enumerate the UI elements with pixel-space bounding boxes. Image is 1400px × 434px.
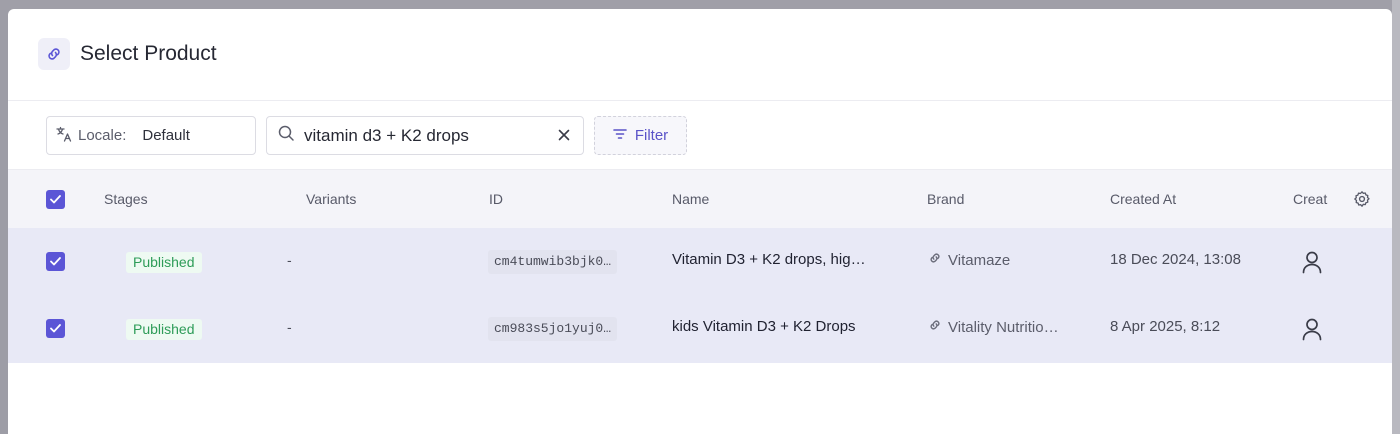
user-icon[interactable] (1298, 248, 1326, 276)
modal-title: Select Product (80, 42, 217, 65)
column-header-variants[interactable]: Variants (306, 191, 356, 207)
close-icon[interactable] (555, 126, 573, 144)
backdrop-right-edge (1392, 0, 1400, 434)
translate-icon (55, 125, 73, 147)
select-all-checkbox[interactable] (46, 190, 65, 209)
id-cell: cm983s5jo1yuj0… (488, 317, 618, 341)
column-header-id[interactable]: ID (489, 191, 503, 207)
modal-header: Select Product (8, 9, 1392, 101)
link-icon (928, 318, 942, 336)
column-header-created-at[interactable]: Created At (1110, 191, 1176, 207)
status-badge: Published (126, 252, 202, 273)
filter-button[interactable]: Filter (594, 116, 687, 155)
created-at-cell: 8 Apr 2025, 8:12 (1110, 318, 1221, 335)
locale-selector[interactable]: Locale: Default (46, 116, 256, 155)
column-header-name[interactable]: Name (672, 191, 709, 207)
row-checkbox[interactable] (46, 319, 65, 338)
table-header: Stages Variants ID Name Brand Created At… (8, 169, 1392, 228)
toolbar: Locale: Default Fil (8, 101, 1392, 169)
user-icon[interactable] (1298, 315, 1326, 343)
brand-name: Vitality Nutritio… (948, 318, 1059, 336)
gear-icon[interactable] (1353, 190, 1371, 213)
variants-cell: - (287, 319, 292, 335)
created-at-cell: 18 Dec 2024, 13:08 (1110, 251, 1241, 268)
column-header-created-by[interactable]: Creat (1293, 191, 1333, 207)
search-input[interactable] (304, 125, 554, 146)
name-cell: kids Vitamin D3 + K2 Drops (672, 318, 856, 335)
link-icon (38, 38, 70, 70)
locale-value: Default (142, 127, 190, 144)
status-badge: Published (126, 319, 202, 340)
locale-label: Locale: (78, 127, 127, 144)
brand-name: Vitamaze (948, 251, 1011, 269)
filter-label: Filter (634, 127, 669, 144)
variants-cell: - (287, 252, 292, 268)
row-checkbox[interactable] (46, 252, 65, 271)
table-row[interactable]: Published - cm983s5jo1yuj0… kids Vitamin… (8, 295, 1392, 363)
link-icon (928, 251, 942, 269)
filter-lines-icon (613, 127, 627, 144)
table-row[interactable]: Published - cm4tumwib3bjk0… Vitamin D3 +… (8, 228, 1392, 295)
brand-cell[interactable]: Vitamaze (928, 251, 1010, 269)
id-cell: cm4tumwib3bjk0… (488, 250, 618, 274)
search-icon (277, 124, 295, 147)
select-product-modal: Select Product Locale: Default vitamin d… (8, 9, 1392, 434)
name-cell: Vitamin D3 + K2 drops, hig… (672, 251, 866, 268)
column-header-brand[interactable]: Brand (927, 191, 964, 207)
column-header-stages[interactable]: Stages (104, 191, 148, 207)
brand-cell[interactable]: Vitality Nutritio… (928, 318, 1059, 336)
search-field (266, 116, 584, 155)
